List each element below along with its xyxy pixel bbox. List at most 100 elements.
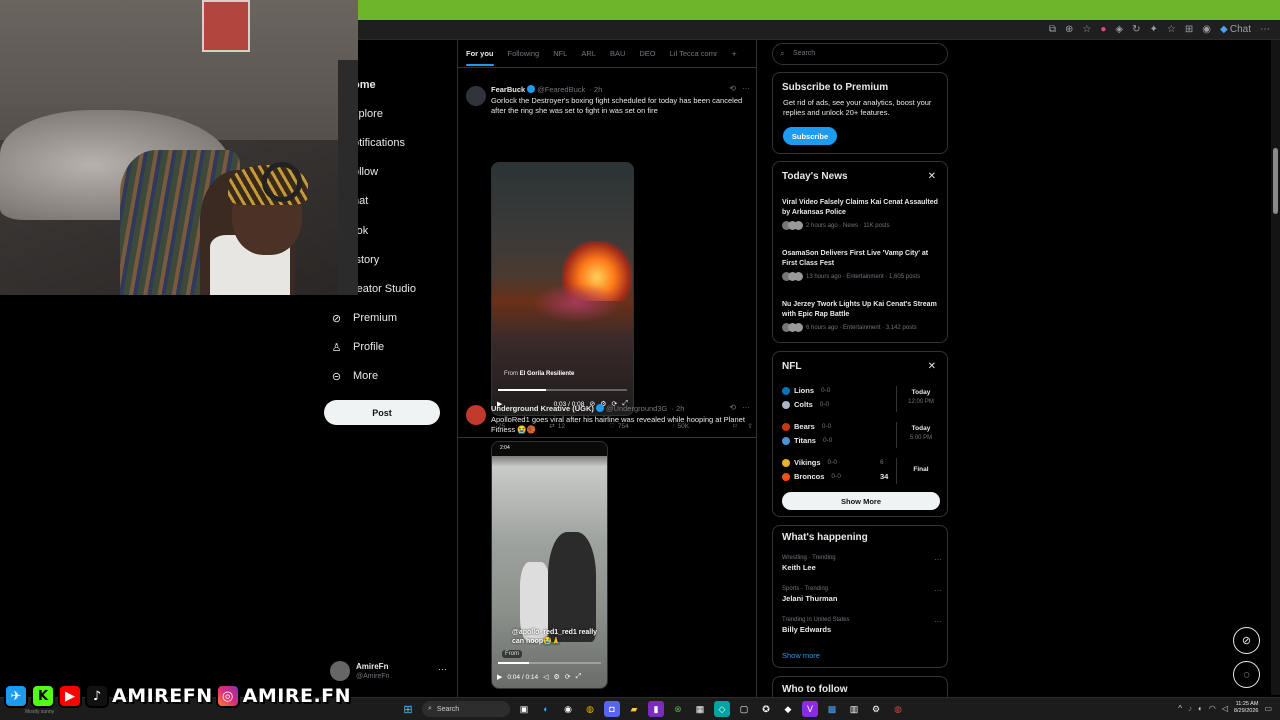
explorer-icon[interactable]: ▰: [626, 701, 642, 717]
tweet-video[interactable]: 2:04 @apollo_red1_red1 really can hoop😭🙏…: [491, 441, 608, 689]
notification-icon[interactable]: ▭: [1264, 704, 1272, 713]
fullscreen-icon[interactable]: ⤢: [576, 673, 582, 681]
windows-start-icon[interactable]: ⊞: [400, 701, 416, 717]
more-icon[interactable]: ···: [934, 617, 942, 626]
bookmark-star-icon[interactable]: ☆: [1082, 22, 1091, 38]
weather-widget[interactable]: Mostly sunny: [25, 709, 54, 715]
play-icon[interactable]: ▶: [497, 673, 502, 681]
chrome-icon[interactable]: ◍: [890, 701, 906, 717]
tab-nfl[interactable]: NFL: [553, 49, 567, 58]
tab-for-you[interactable]: For you: [466, 49, 494, 66]
news-item[interactable]: Nu Jerzey Twork Lights Up Kai Cenat's St…: [782, 300, 942, 332]
nfl-game[interactable]: Lions 0-0 Colts 0-0 Today 12:00 PM: [782, 386, 942, 416]
more-icon[interactable]: ···: [742, 84, 750, 93]
xbox-icon[interactable]: ⊗: [670, 701, 686, 717]
volume-icon[interactable]: ◁: [1222, 704, 1228, 713]
scrollbar-thumb[interactable]: [1273, 148, 1278, 214]
search-input[interactable]: ⌕ Search: [772, 43, 948, 65]
team-logo-icon: [782, 422, 790, 431]
close-icon[interactable]: ✕: [928, 361, 936, 372]
author-handle: @Underground3G: [605, 404, 668, 413]
show-more-button[interactable]: Show More: [782, 492, 940, 510]
shield-icon[interactable]: ◈: [1115, 22, 1123, 38]
tab-following[interactable]: Following: [508, 49, 540, 58]
nav-item-premium[interactable]: ⊘ Premium: [330, 304, 450, 333]
puzzle-icon[interactable]: ✦: [1149, 22, 1157, 38]
tweet[interactable]: Underground Kreative (UGK) @Underground3G…: [458, 399, 756, 720]
vivid-icon[interactable]: V: [802, 701, 818, 717]
volume-icon[interactable]: ◁: [543, 673, 548, 681]
tab-deo[interactable]: DEO: [639, 49, 655, 58]
news-item[interactable]: Viral Video Falsely Claims Kai Cenat Ass…: [782, 198, 942, 230]
trend-item[interactable]: Trending in United States Billy Edwards …: [782, 617, 942, 634]
grok-icon[interactable]: ⟲: [729, 403, 736, 412]
loop-icon[interactable]: ⟳: [565, 673, 571, 681]
more-icon[interactable]: ···: [742, 403, 750, 412]
video-progress[interactable]: [498, 662, 601, 664]
zoom-icon[interactable]: ⊕: [1065, 22, 1073, 38]
chrome-icon[interactable]: ◍: [582, 701, 598, 717]
subscribe-button[interactable]: Subscribe: [783, 127, 837, 145]
post-button[interactable]: Post: [324, 400, 440, 425]
video-attribution[interactable]: From El Gorila Resiliente: [504, 371, 574, 377]
task-view-icon[interactable]: ▣: [516, 701, 532, 717]
settings-icon[interactable]: ⚙: [868, 701, 884, 717]
more-icon[interactable]: ···: [438, 664, 447, 674]
more-icon[interactable]: ···: [934, 555, 942, 564]
add-tab-icon[interactable]: +: [731, 49, 736, 59]
scrollbar[interactable]: [1271, 40, 1280, 695]
app-icon[interactable]: ◇: [714, 701, 730, 717]
nav-item-more[interactable]: ⊝ More: [330, 362, 450, 391]
app-icon[interactable]: ▩: [824, 701, 840, 717]
tweet[interactable]: FearBuck @FearedBuck · 2h ⟲ ··· Gorlock th…: [458, 80, 756, 438]
app-tray-icon[interactable]: ◐: [1198, 704, 1203, 713]
grok-icon[interactable]: ⟲: [729, 84, 736, 93]
news-item-meta: 6 hours ago · Entertainment · 3,142 post…: [806, 324, 917, 331]
trend-item[interactable]: Wrestling · Trending Keith Lee ···: [782, 555, 942, 572]
copilot-chat-button[interactable]: ◆ Chat: [1220, 22, 1251, 38]
discord-icon[interactable]: ◘: [604, 701, 620, 717]
sidebar-menu-icon[interactable]: ⋯: [1260, 22, 1270, 38]
video-progress[interactable]: [498, 389, 627, 391]
video-attribution[interactable]: From: [502, 650, 522, 658]
nav-item-profile[interactable]: ♙ Profile: [330, 333, 450, 362]
settings-icon[interactable]: ⚙: [554, 673, 560, 681]
avatar[interactable]: [466, 86, 486, 106]
collections-icon[interactable]: ⊞: [1185, 22, 1193, 38]
app-icon[interactable]: ▢: [736, 701, 752, 717]
tab-arl[interactable]: ARL: [581, 49, 596, 58]
taskbar-search[interactable]: ⌕ Search: [422, 701, 510, 717]
tweet-author[interactable]: Underground Kreative (UGK) @Underground3G…: [491, 404, 684, 413]
news-item[interactable]: OsamaSon Delivers First Live 'Vamp City'…: [782, 249, 942, 281]
edge-icon[interactable]: ◐: [538, 701, 554, 717]
extension-icon[interactable]: ●: [1100, 22, 1106, 38]
nfl-game[interactable]: Vikings 0-0 Broncos 0-0 6 34 Final: [782, 458, 942, 488]
tweet-video[interactable]: From El Gorila Resiliente ▶ 0:03 / 0:08 …: [491, 162, 634, 416]
grok-fab[interactable]: ⊘: [1233, 627, 1260, 654]
obs-icon[interactable]: ◉: [560, 701, 576, 717]
mic-icon[interactable]: ♪: [1188, 704, 1192, 713]
close-icon[interactable]: ✕: [928, 171, 936, 182]
app-icon[interactable]: ◆: [780, 701, 796, 717]
avatar[interactable]: [466, 405, 486, 425]
app-icon[interactable]: ✪: [758, 701, 774, 717]
translate-icon[interactable]: ⧉: [1049, 22, 1056, 38]
app-icon[interactable]: ▥: [846, 701, 862, 717]
copilot-icon: ◆: [1219, 24, 1228, 35]
nfl-game[interactable]: Bears 0-0 Titans 0-0 Today 5:00 PM: [782, 422, 942, 452]
profile-icon[interactable]: ◉: [1202, 22, 1211, 38]
messages-fab[interactable]: ◌: [1233, 661, 1260, 688]
favorites-icon[interactable]: ☆: [1167, 22, 1176, 38]
refresh-icon[interactable]: ↻: [1132, 22, 1140, 38]
app-icon[interactable]: ▮: [648, 701, 664, 717]
tab-bau[interactable]: BAU: [610, 49, 625, 58]
trend-item[interactable]: Sports · Trending Jelani Thurman ···: [782, 586, 942, 603]
more-icon[interactable]: ···: [934, 586, 942, 595]
clock[interactable]: 11:25 AM 8/29/2026: [1234, 701, 1258, 715]
tweet-author[interactable]: FearBuck @FearedBuck · 2h: [491, 85, 602, 94]
show-more-link[interactable]: Show more: [782, 651, 820, 660]
wifi-icon[interactable]: ◠: [1209, 704, 1216, 713]
tab-lil-tecca[interactable]: Lil Tecca comr: [670, 49, 718, 58]
chevron-up-icon[interactable]: ^: [1178, 704, 1182, 713]
app-icon[interactable]: ▦: [692, 701, 708, 717]
